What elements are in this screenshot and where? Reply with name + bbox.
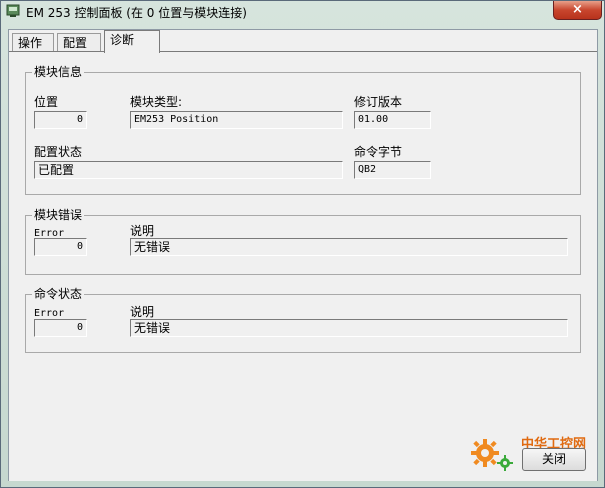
window-close-button[interactable]: × — [553, 1, 602, 20]
module-type-label: 模块类型: — [130, 95, 183, 109]
window-client-area: 操作 配置 诊断 模块信息 位置 0 模块类型: EM253 Position … — [8, 29, 598, 481]
gear-icon — [471, 439, 513, 471]
module-type-field: EM253 Position — [130, 111, 343, 129]
module-info-group: 模块信息 位置 0 模块类型: EM253 Position 修订版本 01.0… — [25, 65, 581, 195]
revision-field: 01.00 — [354, 111, 431, 129]
command-byte-field: QB2 — [354, 161, 431, 179]
control-panel-window: EM 253 控制面板 (在 0 位置与模块连接) × 操作 配置 诊断 模块信… — [0, 0, 605, 488]
command-byte-label: 命令字节 — [354, 145, 403, 159]
close-button[interactable]: 关闭 — [522, 448, 586, 471]
module-info-title: 模块信息 — [32, 65, 85, 79]
diagnostics-panel: 模块信息 位置 0 模块类型: EM253 Position 修订版本 01.0… — [9, 51, 597, 481]
config-status-field: 已配置 — [34, 161, 343, 179]
position-label: 位置 — [34, 95, 59, 109]
command-status-group: 命令状态 Error 0 说明 无错误 — [25, 287, 581, 353]
config-status-label: 配置状态 — [34, 145, 83, 159]
app-icon — [6, 4, 20, 17]
tab-configuration[interactable]: 配置 — [57, 33, 101, 53]
module-error-code-field: 0 — [34, 238, 87, 256]
title-bar[interactable]: EM 253 控制面板 (在 0 位置与模块连接) × — [1, 1, 604, 22]
module-error-title: 模块错误 — [32, 208, 85, 222]
command-status-desc-label: 说明 — [130, 305, 155, 319]
tab-operation[interactable]: 操作 — [12, 33, 54, 53]
module-error-desc-field: 无错误 — [130, 238, 568, 256]
module-error-group: 模块错误 Error 0 说明 无错误 — [25, 208, 581, 275]
command-error-code-field: 0 — [34, 319, 87, 337]
position-field: 0 — [34, 111, 87, 129]
module-error-desc-label: 说明 — [130, 224, 155, 238]
command-status-desc-field: 无错误 — [130, 319, 568, 337]
command-status-title: 命令状态 — [32, 287, 85, 301]
window-title: EM 253 控制面板 (在 0 位置与模块连接) — [26, 6, 247, 20]
tab-diagnostics[interactable]: 诊断 — [104, 30, 160, 53]
revision-label: 修订版本 — [354, 95, 403, 109]
